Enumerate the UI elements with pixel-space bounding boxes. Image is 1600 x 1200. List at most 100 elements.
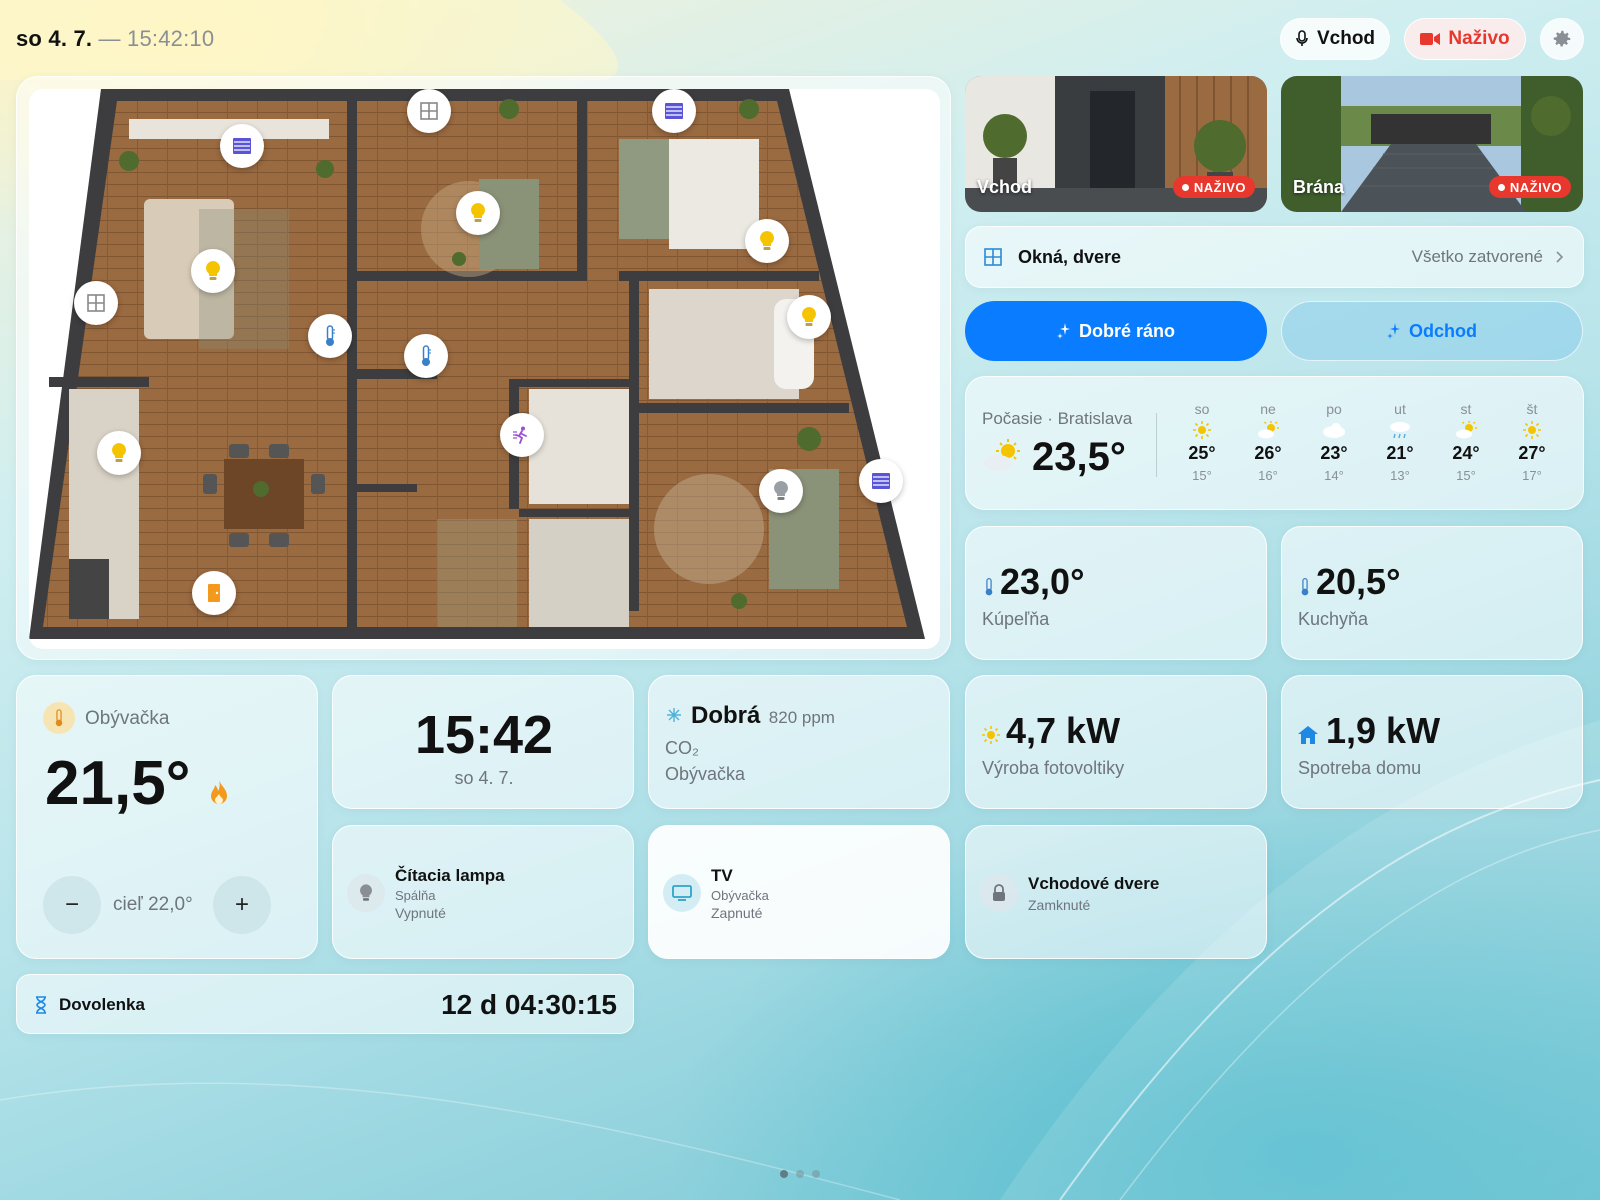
device-tv[interactable]: TV Obývačka Zapnuté	[648, 825, 950, 959]
window-pin-hall[interactable]	[407, 89, 451, 133]
tv-icon	[672, 885, 692, 901]
settings-button[interactable]	[1540, 18, 1584, 60]
intercom-entrance-button[interactable]: Vchod	[1280, 18, 1390, 60]
forecast-high: 26°	[1254, 443, 1282, 463]
bulb-on-icon	[112, 443, 126, 462]
light-pin-bathroom[interactable]	[787, 295, 831, 339]
co2-header: Dobrá 820 ppm	[691, 702, 835, 730]
light-pin-living[interactable]	[191, 249, 235, 293]
scene-departure-label: Odchod	[1409, 320, 1477, 341]
blinds-pin-living[interactable]	[220, 124, 264, 168]
page-dot-2[interactable]	[796, 1170, 804, 1178]
camera-entrance[interactable]: Vchod NAŽIVO	[965, 76, 1267, 212]
light-pin-kids-room[interactable]	[456, 191, 500, 235]
light-pin-kitchen[interactable]	[97, 431, 141, 475]
blinds-pin-bedroom[interactable]	[652, 89, 696, 133]
camera-entrance-live-badge: NAŽIVO	[1172, 176, 1255, 198]
vacation-label: Dovolenka	[59, 995, 145, 1014]
temp-tile-kitchen[interactable]: 20,5° Kuchyňa	[1281, 526, 1583, 660]
home-consumption-card[interactable]: 1,9 kW Spotreba domu	[1281, 675, 1583, 809]
forecast-day: po 23° 14°	[1309, 401, 1359, 483]
thermometer-pin-living[interactable]	[308, 314, 352, 358]
intercom-entrance-label: Vchod	[1316, 28, 1376, 49]
page-dot-1[interactable]	[780, 1170, 788, 1178]
camera-gate-label: Brána	[1293, 177, 1345, 197]
window-pin-living[interactable]	[74, 281, 118, 325]
forecast-day-name: ne	[1260, 401, 1276, 417]
clock-card: 15:42 so 4. 7.	[332, 675, 634, 809]
thermometer-icon	[1301, 578, 1309, 596]
house-icon	[1298, 726, 1318, 744]
forecast-high: 27°	[1518, 443, 1546, 463]
weather-divider	[1156, 413, 1157, 477]
sparkle-icon	[1056, 323, 1070, 339]
solar-production-value: 4,7 kW	[1006, 710, 1121, 751]
thermostat-card[interactable]: Obývačka 21,5° − cieľ 22,0° +	[16, 675, 318, 959]
gear-icon	[1553, 30, 1571, 47]
live-button[interactable]: Naživo	[1404, 18, 1526, 60]
thermostat-decrease-button[interactable]: −	[43, 876, 101, 934]
temp-kitchen-room: Kuchyňa	[1298, 609, 1369, 629]
window-icon	[984, 248, 1002, 266]
forecast-day: št 27° 17°	[1507, 401, 1557, 483]
sun-icon	[982, 726, 1000, 744]
door-icon	[208, 584, 220, 602]
thermometer-pin-hall[interactable]	[404, 334, 448, 378]
temp-tile-bathroom[interactable]: 23,0° Kúpeľňa	[965, 526, 1267, 660]
lock-icon	[993, 884, 1005, 901]
light-off-pin-bedroom2[interactable]	[759, 469, 803, 513]
windows-doors-row[interactable]: Okná, dvere Všetko zatvorené	[965, 226, 1584, 288]
sun-cloud-icon	[984, 439, 1020, 471]
window-icon	[87, 294, 105, 312]
scene-good-morning-label: Dobré ráno	[1078, 320, 1175, 341]
device-front-door-lock[interactable]: Vchodové dvere Zamknuté	[965, 825, 1267, 959]
scene-departure-button[interactable]: Odchod	[1281, 301, 1583, 361]
camera-gate[interactable]: Brána NAŽIVO	[1281, 76, 1583, 212]
light-pin-bedroom[interactable]	[745, 219, 789, 263]
device-front-door-state: Zamknuté	[1028, 897, 1091, 913]
solar-production-card[interactable]: 4,7 kW Výroba fotovoltiky	[965, 675, 1267, 809]
motion-pin-hall[interactable]	[500, 413, 544, 457]
co2-card[interactable]: Dobrá 820 ppm CO₂ Obývačka	[648, 675, 950, 809]
device-tv-icon-badge	[663, 874, 701, 912]
bulb-off-icon	[360, 884, 372, 901]
page-indicator[interactable]	[780, 1170, 820, 1178]
forecast-low: 15°	[1456, 468, 1476, 483]
page-dot-3[interactable]	[812, 1170, 820, 1178]
vacation-countdown: 12 d 04:30:15	[441, 989, 617, 1020]
camera-entrance-label: Vchod	[977, 177, 1033, 197]
device-front-door-icon-badge	[980, 874, 1018, 912]
vacation-countdown-card[interactable]: Dovolenka 12 d 04:30:15	[16, 974, 634, 1034]
weather-current-temp: 23,5°	[1032, 435, 1126, 479]
solar-production-label: Výroba fotovoltiky	[982, 758, 1125, 778]
device-reading-lamp-room: Spálňa	[395, 888, 436, 903]
forecast-day-name: po	[1326, 401, 1342, 417]
thermometer-icon	[326, 325, 335, 346]
temp-kitchen-value: 20,5°	[1316, 561, 1401, 602]
blinds-icon	[872, 473, 890, 489]
weather-card[interactable]: Počasie · Bratislava 23,5° so 25° 15° ne 26°…	[965, 376, 1584, 510]
device-front-door-name: Vchodové dvere	[1028, 874, 1160, 893]
forecast-high: 21°	[1386, 443, 1414, 463]
device-reading-lamp-name: Čítacia lampa	[395, 866, 505, 885]
forecast-day-name: st	[1460, 401, 1472, 417]
motion-sensor-icon	[513, 426, 527, 444]
sun-icon	[1507, 419, 1557, 441]
bulb-on-icon	[471, 203, 485, 222]
forecast-day: st 24° 15°	[1441, 401, 1491, 483]
thermostat-increase-button[interactable]: +	[213, 876, 271, 934]
forecast-day: ne 26° 16°	[1243, 401, 1293, 483]
thermostat-temp: 21,5°	[45, 749, 191, 818]
bulb-on-icon	[206, 261, 220, 280]
scene-good-morning-button[interactable]: Dobré ráno	[965, 301, 1267, 361]
device-reading-lamp[interactable]: Čítacia lampa Spálňa Vypnuté	[332, 825, 634, 959]
clock-date: so 4. 7.	[454, 768, 514, 788]
device-tv-room: Obývačka	[711, 888, 769, 903]
floor-plan	[29, 89, 940, 649]
microphone-icon	[1296, 30, 1308, 46]
door-pin-entrance[interactable]	[192, 571, 236, 615]
hourglass-icon	[36, 996, 46, 1014]
windows-doors-status: Všetko zatvorené	[1411, 247, 1543, 266]
blinds-pin-bedroom2[interactable]	[859, 459, 903, 503]
home-consumption-value: 1,9 kW	[1326, 710, 1441, 751]
